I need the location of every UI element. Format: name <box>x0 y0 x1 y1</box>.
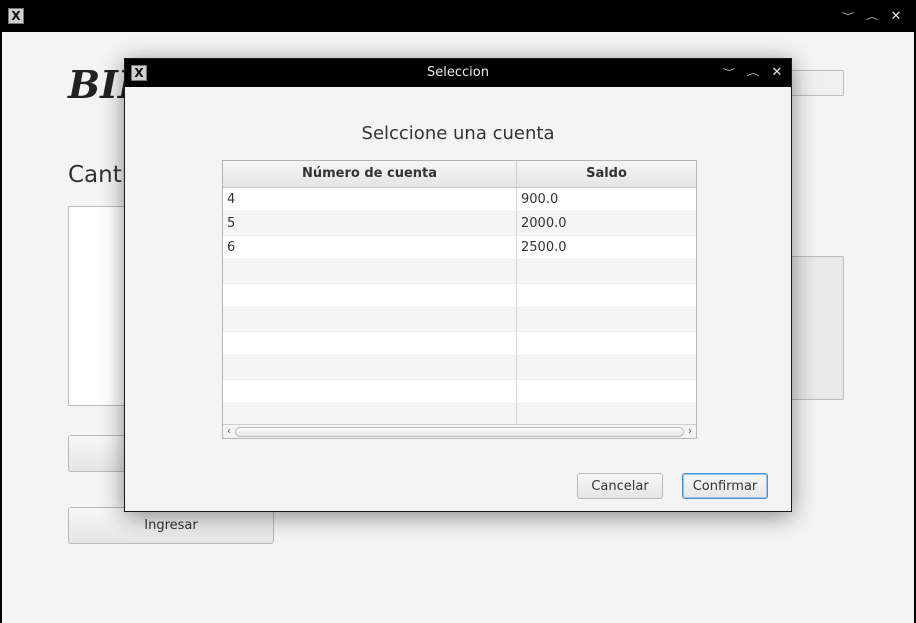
table-row[interactable]: 5 2000.0 <box>223 212 696 236</box>
empty-table-row <box>223 260 696 284</box>
amount-label: Canti <box>68 162 129 188</box>
empty-table-row <box>223 308 696 332</box>
table-header: Número de cuenta Saldo <box>223 161 696 188</box>
empty-table-row <box>223 356 696 380</box>
minimize-chevron-down-icon[interactable]: ﹀ <box>838 10 858 23</box>
table-row[interactable]: 6 2500.0 <box>223 236 696 260</box>
main-titlebar: X ﹀ ︿ ✕ <box>2 2 914 32</box>
empty-table-row <box>223 380 696 404</box>
horizontal-scrollbar[interactable]: ‹ › <box>223 424 696 438</box>
close-icon[interactable]: ✕ <box>767 62 787 84</box>
dialog-window-controls: ﹀ ︿ ✕ <box>719 62 787 84</box>
minimize-chevron-down-icon[interactable]: ﹀ <box>719 66 739 79</box>
dialog-titlebar: X Seleccion ﹀ ︿ ✕ <box>125 59 791 87</box>
scroll-left-icon[interactable]: ‹ <box>223 426 235 437</box>
main-window-controls: ﹀ ︿ ✕ <box>838 6 906 28</box>
scroll-right-icon[interactable]: › <box>684 426 696 437</box>
accounts-table[interactable]: Número de cuenta Saldo 4 900.0 5 2000.0 … <box>222 160 697 439</box>
cell-balance: 900.0 <box>521 192 559 207</box>
empty-table-row <box>223 284 696 308</box>
ingresar-button[interactable]: Ingresar <box>68 507 274 544</box>
cell-account: 5 <box>223 212 517 235</box>
scrollbar-thumb[interactable] <box>235 426 684 437</box>
confirm-button[interactable]: Confirmar <box>682 473 768 499</box>
table-body: 4 900.0 5 2000.0 6 2500.0 <box>223 188 696 428</box>
column-header-balance[interactable]: Saldo <box>517 161 696 187</box>
x-app-icon: X <box>8 8 24 24</box>
cell-account: 6 <box>223 236 517 259</box>
cancel-button[interactable]: Cancelar <box>577 473 663 499</box>
cell-balance: 2000.0 <box>521 216 567 231</box>
cell-account: 4 <box>223 188 517 211</box>
selection-dialog: X Seleccion ﹀ ︿ ✕ Selccione una cuenta N… <box>124 58 792 512</box>
column-header-account[interactable]: Número de cuenta <box>223 161 517 187</box>
close-icon[interactable]: ✕ <box>886 6 906 28</box>
table-row[interactable]: 4 900.0 <box>223 188 696 212</box>
maximize-chevron-up-icon[interactable]: ︿ <box>862 10 882 23</box>
dialog-heading: Selccione una cuenta <box>361 123 555 144</box>
cell-balance: 2500.0 <box>521 240 567 255</box>
empty-table-row <box>223 332 696 356</box>
maximize-chevron-up-icon[interactable]: ︿ <box>743 66 763 79</box>
dialog-title: Seleccion <box>427 65 489 80</box>
